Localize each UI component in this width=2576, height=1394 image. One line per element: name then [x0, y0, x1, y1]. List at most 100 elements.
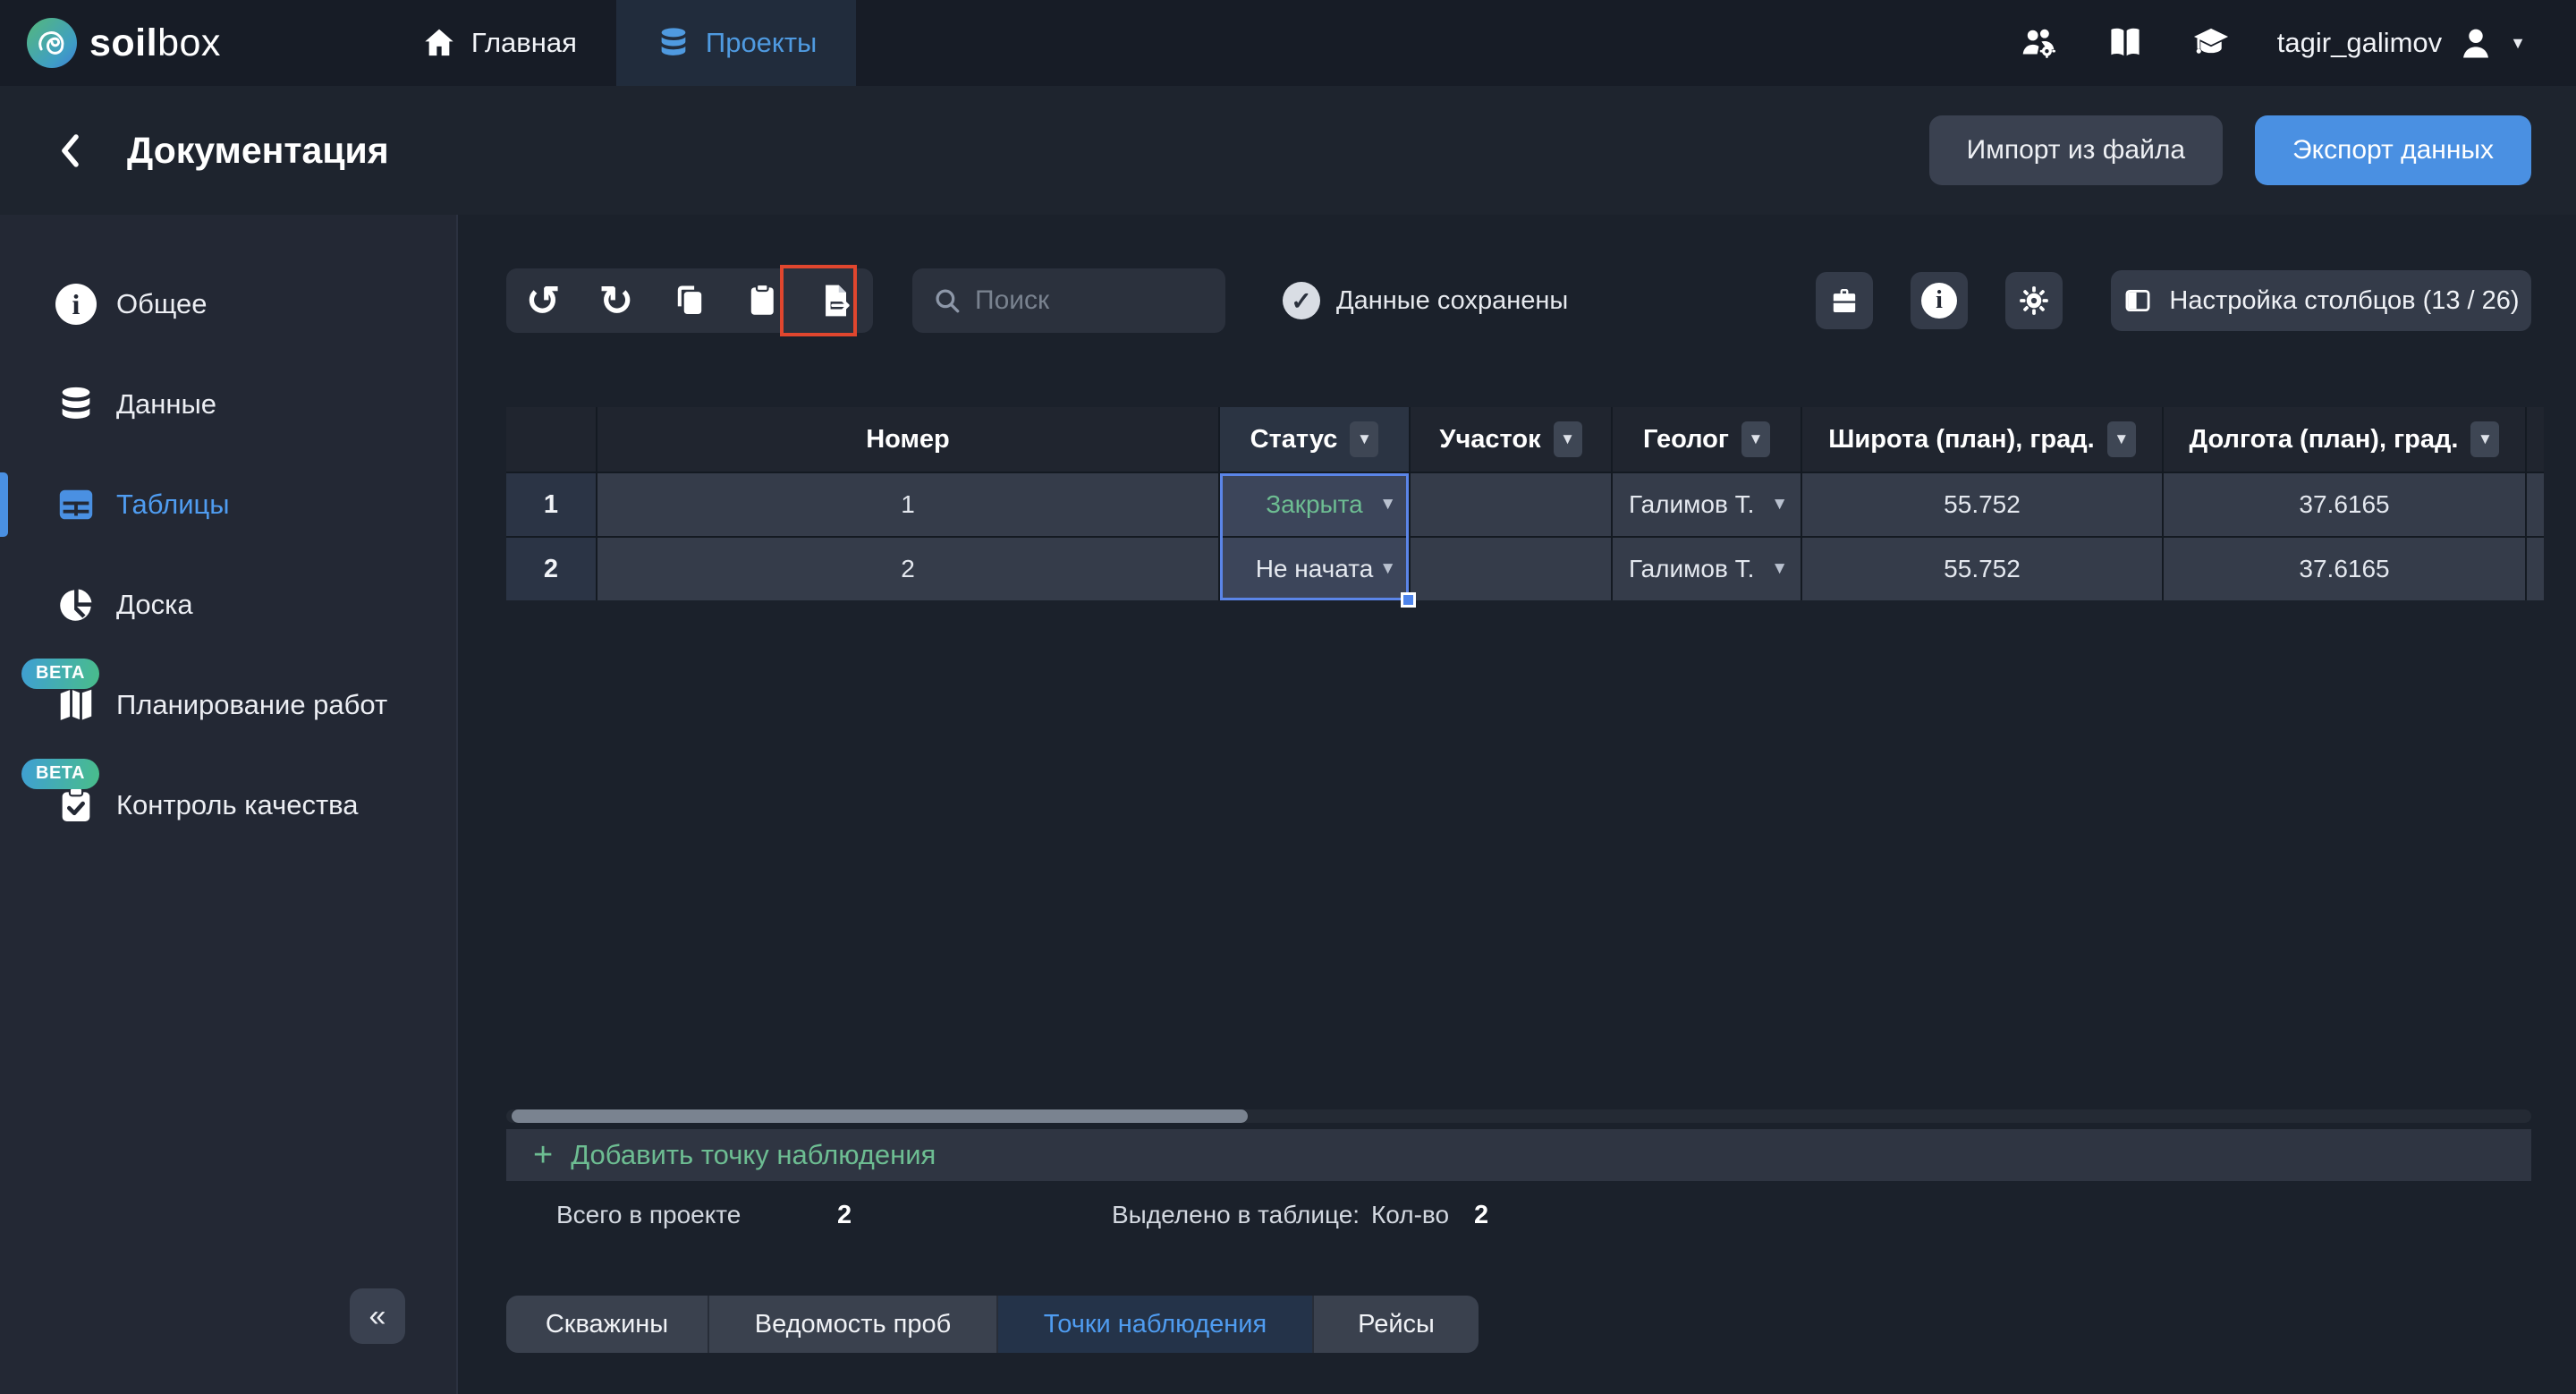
back-button[interactable]: [50, 129, 93, 172]
sidebar: i Общее Данные Таблицы Доска BETA: [0, 215, 458, 1394]
tab-sample-register[interactable]: Ведомость проб: [709, 1296, 998, 1353]
tab-observation-points[interactable]: Точки наблюдения: [998, 1296, 1314, 1353]
status-filter-button[interactable]: ▼: [1350, 421, 1378, 457]
undo-icon[interactable]: ↺: [523, 281, 563, 320]
page-header: Документация Импорт из файла Экспорт дан…: [0, 86, 2576, 215]
site-cell[interactable]: [1411, 473, 1611, 536]
page-header-actions: Импорт из файла Экспорт данных: [1929, 115, 2531, 185]
geologist-filter-button[interactable]: ▼: [1741, 421, 1770, 457]
info-icon: i: [55, 284, 97, 325]
gear-icon: [2017, 284, 2051, 318]
sidebar-item-quality-control[interactable]: BETA Контроль качества: [0, 755, 456, 855]
page-title: Документация: [127, 130, 389, 172]
database-icon: [55, 384, 97, 425]
home-icon: [421, 25, 457, 61]
nav-home-label: Главная: [471, 27, 577, 59]
selected-in-table-label: Выделено в таблице:: [1112, 1201, 1360, 1229]
beta-badge: BETA: [21, 759, 99, 789]
number-cell[interactable]: 2: [597, 538, 1218, 600]
column-settings-button[interactable]: Настройка столбцов (13 / 26): [2111, 270, 2531, 331]
top-bar: soilbox Главная Проекты: [0, 0, 2576, 86]
chevron-down-icon: ▼: [2510, 34, 2526, 53]
observation-points-table: Номер Статус ▼ Участок ▼ Геолог ▼ Широта…: [506, 407, 2544, 600]
latitude-cell[interactable]: 55.752: [1802, 538, 2162, 600]
header-geologist[interactable]: Геолог ▼: [1613, 407, 1801, 472]
nav-projects-label: Проекты: [706, 27, 817, 59]
map-icon: [55, 684, 97, 726]
horizontal-scrollbar-thumb[interactable]: [512, 1109, 1248, 1123]
row-number-cell[interactable]: 2: [506, 538, 596, 600]
username: tagir_galimov: [2277, 27, 2442, 59]
total-in-project-value: 2: [837, 1201, 852, 1230]
status-cell[interactable]: Не начата ▼: [1220, 538, 1409, 600]
columns-icon: [2123, 285, 2153, 316]
pie-chart-icon: [55, 584, 97, 625]
latitude-filter-button[interactable]: ▼: [2107, 421, 2136, 457]
plus-icon: +: [533, 1138, 553, 1172]
header-number[interactable]: Номер: [597, 407, 1218, 472]
copy-icon[interactable]: [670, 281, 709, 320]
status-cell[interactable]: Закрыта ▼: [1220, 473, 1409, 536]
longitude-cell[interactable]: 37.6165: [2164, 473, 2525, 536]
sheet-tabs: Скважины Ведомость проб Точки наблюдения…: [506, 1296, 1479, 1353]
site-filter-button[interactable]: ▼: [1554, 421, 1582, 457]
geologist-cell[interactable]: Галимов Т. ▼: [1613, 473, 1801, 536]
redo-icon[interactable]: ↻: [597, 281, 636, 320]
tab-trips[interactable]: Рейсы: [1314, 1296, 1479, 1353]
longitude-filter-button[interactable]: ▼: [2470, 421, 2499, 457]
dropdown-icon[interactable]: ▼: [1379, 495, 1396, 514]
sidebar-item-tables[interactable]: Таблицы: [0, 455, 456, 555]
soilbox-logo[interactable]: soilbox: [27, 0, 221, 86]
sidebar-collapse-button[interactable]: «: [350, 1288, 405, 1344]
header-longitude[interactable]: Долгота (план), град. ▼: [2164, 407, 2525, 472]
import-from-file-button[interactable]: Импорт из файла: [1929, 115, 2223, 185]
sidebar-item-data[interactable]: Данные: [0, 354, 456, 455]
toolbox-icon: [1827, 284, 1861, 318]
user-menu[interactable]: tagir_galimov ▼: [2277, 23, 2526, 63]
header-site[interactable]: Участок ▼: [1411, 407, 1611, 472]
users-admin-icon[interactable]: [2020, 23, 2059, 63]
search-box: [912, 268, 1225, 333]
header-rownum: [506, 407, 596, 472]
search-input[interactable]: [975, 285, 1206, 316]
total-in-project-label: Всего в проекте: [556, 1201, 741, 1229]
add-observation-point-button[interactable]: + Добавить точку наблюдения: [506, 1129, 2531, 1181]
count-label: Кол-во: [1371, 1201, 1449, 1229]
graduation-cap-icon[interactable]: [2191, 23, 2231, 63]
latitude-cell[interactable]: 55.752: [1802, 473, 2162, 536]
sidebar-item-general[interactable]: i Общее: [0, 254, 456, 354]
row-number-cell[interactable]: 1: [506, 473, 596, 536]
beta-badge: BETA: [21, 659, 99, 689]
geologist-cell[interactable]: Галимов Т. ▼: [1613, 538, 1801, 600]
nav-home[interactable]: Главная: [382, 0, 616, 86]
number-cell[interactable]: 1: [597, 473, 1218, 536]
tools-button[interactable]: [1816, 272, 1873, 329]
top-nav: Главная Проекты: [382, 0, 856, 86]
sidebar-item-work-planning[interactable]: BETA Планирование работ: [0, 655, 456, 755]
paste-icon[interactable]: [743, 281, 783, 320]
info-icon: i: [1921, 283, 1957, 319]
header-latitude[interactable]: Широта (план), град. ▼: [1802, 407, 2162, 472]
check-circle-icon: ✓: [1283, 282, 1320, 319]
clipboard-check-icon: [55, 785, 97, 826]
settings-button[interactable]: [2005, 272, 2063, 329]
tab-wells[interactable]: Скважины: [506, 1296, 709, 1353]
column-settings-label: Настройка столбцов (13 / 26): [2169, 286, 2519, 316]
header-status[interactable]: Статус ▼: [1220, 407, 1409, 472]
nav-projects[interactable]: Проекты: [616, 0, 856, 86]
soilbox-logo-text: soilbox: [89, 21, 221, 65]
soilbox-logo-icon: [27, 18, 77, 68]
longitude-cell[interactable]: 37.6165: [2164, 538, 2525, 600]
sidebar-item-board[interactable]: Доска: [0, 555, 456, 655]
site-cell[interactable]: [1411, 538, 1611, 600]
header-overflow: [2527, 407, 2544, 472]
dropdown-icon[interactable]: ▼: [1771, 559, 1788, 579]
dropdown-icon[interactable]: ▼: [1379, 559, 1396, 579]
table-icon: [55, 484, 97, 525]
export-data-button[interactable]: Экспорт данных: [2255, 115, 2531, 185]
table-footer: Всего в проекте 2 Выделено в таблице: Ко…: [506, 1195, 2531, 1235]
dropdown-icon[interactable]: ▼: [1771, 495, 1788, 514]
info-button[interactable]: i: [1911, 272, 1968, 329]
book-icon[interactable]: [2106, 23, 2145, 63]
horizontal-scrollbar[interactable]: [506, 1109, 2531, 1123]
